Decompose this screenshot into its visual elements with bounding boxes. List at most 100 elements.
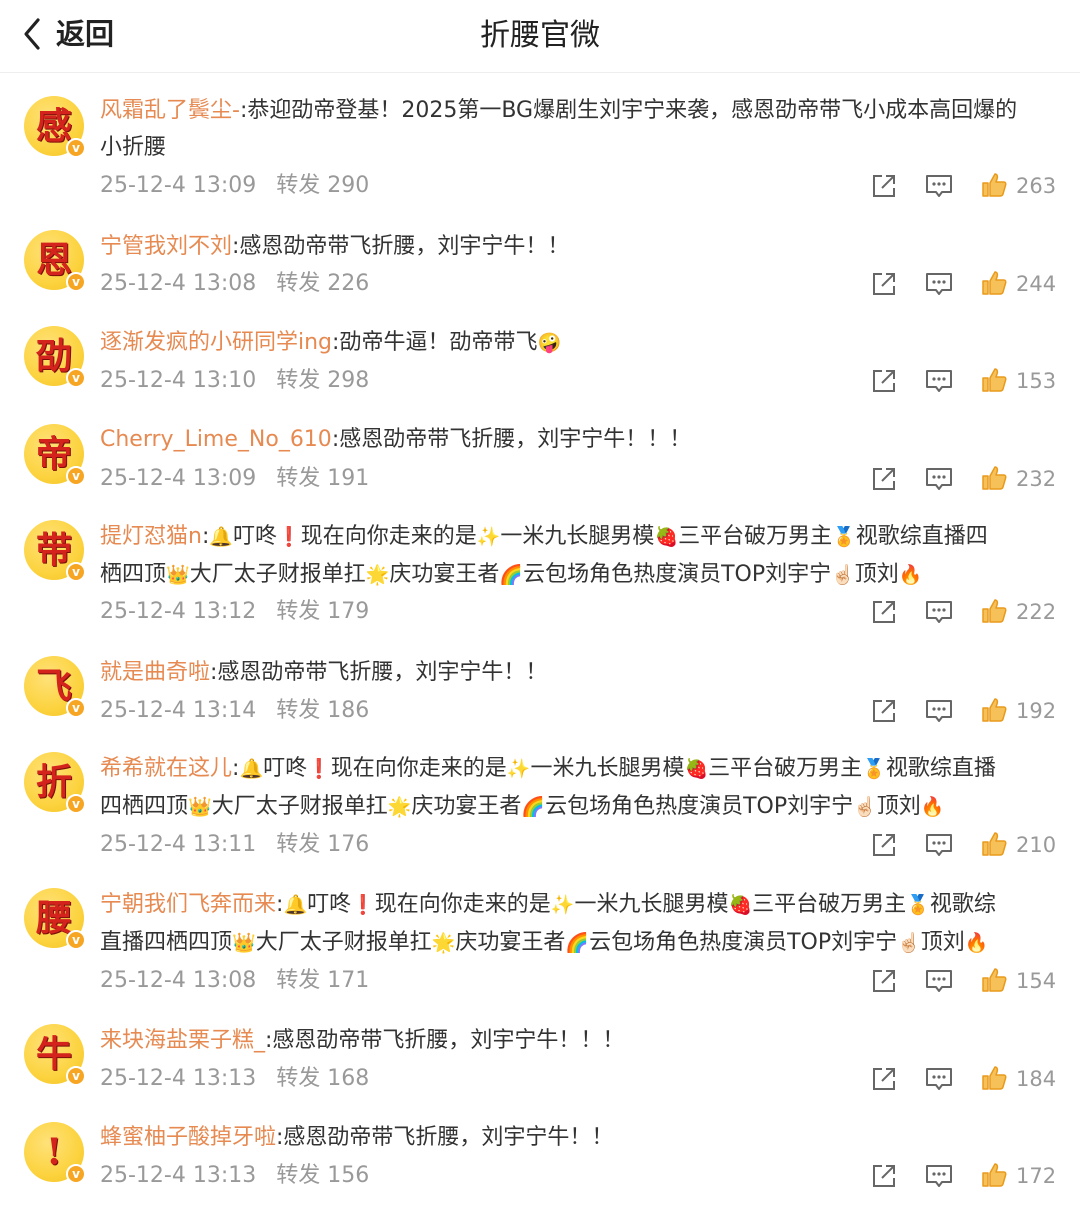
username-link[interactable]: 就是曲奇啦	[100, 660, 210, 685]
comment-text-part: 一米九长腿男模	[574, 892, 729, 917]
medal-emoji: 🏅	[832, 526, 856, 548]
share-icon[interactable]	[870, 697, 898, 725]
thumbs-up-icon[interactable]	[980, 966, 1008, 994]
crown-emoji: 👑	[188, 796, 212, 818]
share-icon[interactable]	[870, 270, 898, 298]
comment-text-part: :感恩劭帝带飞折腰，刘宇宁牛！！	[276, 1125, 614, 1150]
comment-text-part: 现在向你走来的是	[330, 756, 507, 781]
fire-emoji: 🔥	[920, 796, 945, 818]
avatar[interactable]: 带 v	[24, 520, 86, 582]
comment-text-part: 云包场角色热度演员TOP刘宇宁	[523, 562, 832, 587]
comment-icon[interactable]	[924, 697, 954, 725]
sparkles-emoji: ✨	[476, 526, 501, 548]
thumbs-up-icon[interactable]	[980, 171, 1008, 199]
comment-icon[interactable]	[924, 367, 954, 395]
comment-meta: 25-12-4 13:12 转发 179	[100, 597, 369, 627]
username-link[interactable]: 宁管我刘不刘	[100, 234, 232, 259]
verified-badge-icon: v	[66, 1164, 86, 1184]
comment-actions: 192	[870, 696, 1056, 726]
username-link[interactable]: 提灯怼猫n	[100, 524, 202, 549]
verified-badge-icon: v	[66, 272, 86, 292]
comment-text-part: 现在向你走来的是	[374, 892, 551, 917]
comment-text-part: 叮咚	[307, 892, 352, 917]
username-link[interactable]: Cherry_Lime_No_610	[100, 427, 332, 452]
comment-meta: 25-12-4 13:10 转发 298	[100, 366, 369, 396]
top-nav-bar: 返回 折腰官微	[0, 0, 1080, 73]
strawberry-emoji: 🍓	[654, 526, 679, 548]
thumbs-up-icon[interactable]	[980, 366, 1008, 394]
share-icon[interactable]	[870, 1065, 898, 1093]
verified-badge-icon: v	[66, 1066, 86, 1086]
timestamp: 25-12-4 13:14	[100, 698, 257, 723]
thumbs-up-icon[interactable]	[980, 269, 1008, 297]
avatar[interactable]: 恩 v	[24, 230, 86, 292]
username-link[interactable]: 宁朝我们飞奔而来	[100, 892, 276, 917]
thumbs-up-icon[interactable]	[980, 464, 1008, 492]
forward-count: 转发 226	[276, 271, 369, 296]
thumbs-up-icon[interactable]	[980, 1161, 1008, 1189]
forward-number: 298	[327, 368, 370, 393]
avatar[interactable]: 牛 v	[24, 1024, 86, 1086]
comment-text-part: 大厂太子财报单扛	[211, 794, 388, 819]
comment-icon[interactable]	[924, 1162, 954, 1190]
comment-icon[interactable]	[924, 172, 954, 200]
crown-emoji: 👑	[166, 564, 190, 586]
share-icon[interactable]	[870, 1162, 898, 1190]
timestamp: 25-12-4 13:13	[100, 1163, 257, 1188]
comment-icon[interactable]	[924, 598, 954, 626]
comment-actions: 210	[870, 830, 1056, 860]
share-icon[interactable]	[870, 465, 898, 493]
rainbow-emoji: 🌈	[565, 932, 590, 954]
username-link[interactable]: 逐渐发疯的小研同学ing	[100, 330, 332, 355]
forward-label: 转发	[276, 968, 321, 993]
share-icon[interactable]	[870, 367, 898, 395]
forward-label: 转发	[276, 466, 321, 491]
avatar[interactable]: 感 v	[24, 96, 86, 158]
avatar[interactable]: ! v	[24, 1122, 86, 1184]
username-link[interactable]: 风霜乱了鬓尘-	[100, 98, 240, 123]
verified-badge-icon: v	[66, 368, 86, 388]
comment-meta: 25-12-4 13:08 转发 171	[100, 966, 369, 996]
star-emoji: 🌟	[387, 796, 412, 818]
star-emoji: 🌟	[365, 564, 390, 586]
share-icon[interactable]	[870, 172, 898, 200]
comment-meta: 25-12-4 13:09 转发 290	[100, 171, 369, 201]
thumbs-up-icon[interactable]	[980, 830, 1008, 858]
comment-icon[interactable]	[924, 1065, 954, 1093]
username-link[interactable]: 来块海盐栗子糕_	[100, 1028, 265, 1053]
share-icon[interactable]	[870, 598, 898, 626]
comment-text: 逐渐发疯的小研同学ing:劭帝牛逼！劭帝带飞🤪	[100, 324, 1050, 362]
comment-text-part: 一米九长腿男模	[500, 524, 655, 549]
forward-number: 191	[327, 466, 370, 491]
username-link[interactable]: 蜂蜜柚子酸掉牙啦	[100, 1125, 276, 1150]
comment-text: 风霜乱了鬓尘-:恭迎劭帝登基！2025第一BG爆剧生刘宇宁来袭，感恩劭帝带飞小成…	[100, 92, 1050, 166]
share-icon[interactable]	[870, 967, 898, 995]
timestamp: 25-12-4 13:09	[100, 466, 257, 491]
comment-meta: 25-12-4 13:11 转发 176	[100, 830, 369, 860]
timestamp: 25-12-4 13:09	[100, 173, 257, 198]
thumbs-up-icon[interactable]	[980, 597, 1008, 625]
thumbs-up-icon[interactable]	[980, 696, 1008, 724]
avatar[interactable]: 飞 v	[24, 656, 86, 718]
star-emoji: 🌟	[431, 932, 456, 954]
comment-icon[interactable]	[924, 270, 954, 298]
avatar[interactable]: 腰 v	[24, 888, 86, 950]
forward-count: 转发 191	[276, 466, 369, 491]
forward-label: 转发	[276, 1163, 321, 1188]
comment-text-part: 庆功宴王者	[389, 562, 500, 587]
thumbs-up-icon[interactable]	[980, 1064, 1008, 1092]
username-link[interactable]: 希希就在这儿	[100, 756, 232, 781]
avatar[interactable]: 帝 v	[24, 424, 86, 486]
forward-count: 转发 298	[276, 368, 369, 393]
avatar[interactable]: 劭 v	[24, 326, 86, 388]
exclamation-emoji: ❗	[307, 758, 331, 780]
comment-text-part: 庆功宴王者	[455, 930, 566, 955]
comment-icon[interactable]	[924, 465, 954, 493]
forward-label: 转发	[276, 368, 321, 393]
avatar[interactable]: 折 v	[24, 752, 86, 814]
like-count: 153	[1016, 369, 1057, 393]
share-icon[interactable]	[870, 831, 898, 859]
comment-icon[interactable]	[924, 831, 954, 859]
comment-text-part: 小折腰	[100, 135, 167, 160]
comment-icon[interactable]	[924, 967, 954, 995]
